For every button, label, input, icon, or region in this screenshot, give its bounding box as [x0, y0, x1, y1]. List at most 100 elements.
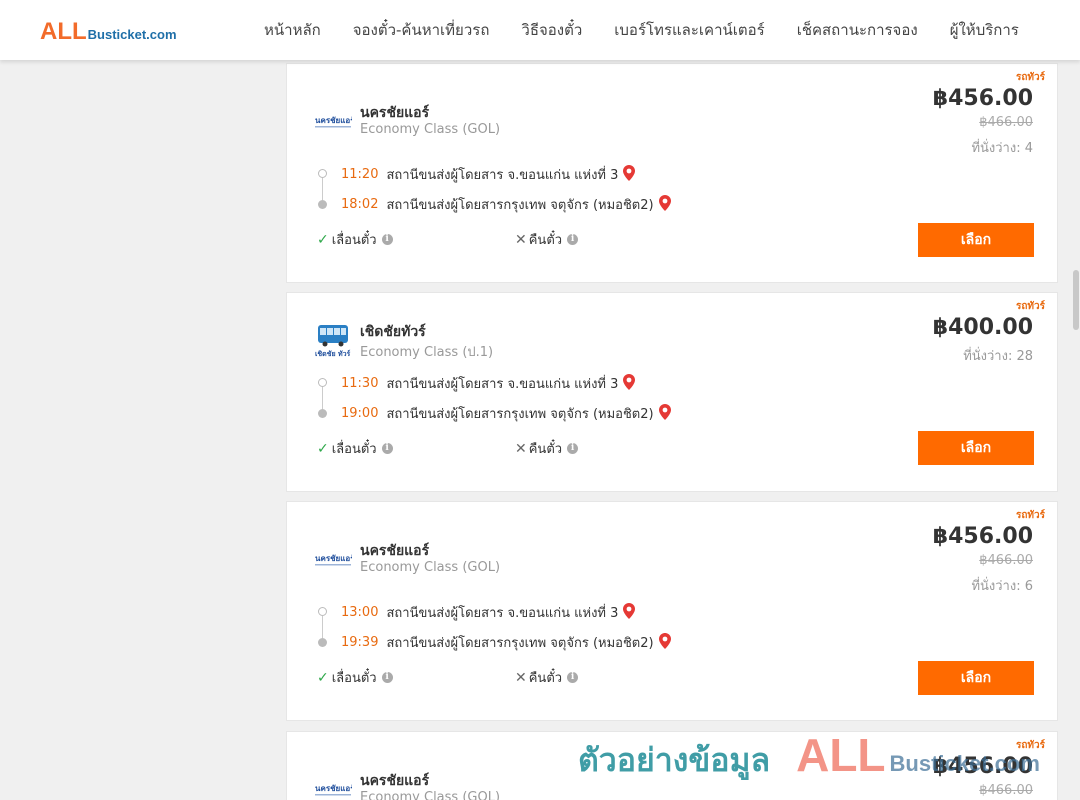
- info-icon[interactable]: i: [567, 234, 579, 245]
- arrival-stop: 19:00 สถานีขนส่งผู้โดยสารกรุงเทพ จตุจักร…: [341, 403, 671, 424]
- operator-name: นครชัยแอร์: [360, 773, 430, 789]
- original-price: ฿466.00: [979, 115, 1033, 130]
- postpone-policy: ✓ เลื่อนตั๋ว i: [317, 438, 393, 459]
- departure-station: สถานีขนส่งผู้โดยสาร จ.ขอนแก่น แห่งที่ 3: [386, 168, 619, 183]
- timeline-line: [322, 178, 323, 200]
- map-pin-icon[interactable]: [658, 632, 671, 653]
- trip-card: รถทัวร์ นครชัยแอร์ นครชัยแอร์ Economy Cl…: [286, 731, 1058, 800]
- scrollbar-thumb[interactable]: [1073, 270, 1079, 330]
- arrival-station: สถานีขนส่งผู้โดยสารกรุงเทพ จตุจักร (หมอช…: [386, 407, 654, 422]
- cross-icon: ✕: [515, 231, 527, 248]
- ticket-price: ฿456.00: [932, 86, 1033, 111]
- operator-logo: เชิดชัย ทัวร์: [313, 322, 353, 362]
- info-icon[interactable]: i: [381, 234, 393, 245]
- main-nav: หน้าหลัก จองตั๋ว-ค้นหาเที่ยวรถ วิธีจองตั…: [248, 0, 1035, 60]
- bus-class: Economy Class (ป.1): [360, 345, 494, 360]
- select-trip-button[interactable]: เลือก: [918, 431, 1034, 465]
- depart-dot: [318, 607, 327, 616]
- arrival-time: 18:02: [341, 197, 379, 212]
- departure-time: 11:30: [341, 376, 379, 391]
- arrival-stop: 18:02 สถานีขนส่งผู้โดยสารกรุงเทพ จตุจักร…: [341, 194, 671, 215]
- arrival-stop: 19:39 สถานีขนส่งผู้โดยสารกรุงเทพ จตุจักร…: [341, 632, 671, 653]
- trip-card: รถทัวร์ นครชัยแอร์ นครชัยแอร์ Economy Cl…: [286, 501, 1058, 721]
- timeline-line: [322, 387, 323, 409]
- bus-type-badge: รถทัวร์: [1015, 510, 1045, 521]
- map-pin-icon[interactable]: [623, 602, 636, 623]
- depart-dot: [318, 378, 327, 387]
- refund-label: คืนตั๋ว: [528, 671, 563, 686]
- site-header: ALL Busticket.com หน้าหลัก จองตั๋ว-ค้นหา…: [0, 0, 1080, 60]
- ticket-price: ฿400.00: [932, 315, 1033, 340]
- departure-stop: 11:30 สถานีขนส่งผู้โดยสาร จ.ขอนแก่น แห่ง…: [341, 373, 636, 394]
- operator-name: เชิดชัยทัวร์: [360, 324, 426, 340]
- refund-policy: ✕ คืนตั๋ว i: [515, 229, 579, 250]
- original-price: ฿466.00: [979, 553, 1033, 568]
- operator-logo: นครชัยแอร์: [313, 770, 353, 800]
- postpone-label: เลื่อนตั๋ว: [331, 442, 377, 457]
- ticket-price: ฿456.00: [932, 524, 1033, 549]
- operator-logo: นครชัยแอร์: [313, 540, 353, 580]
- departure-time: 11:20: [341, 167, 379, 182]
- logo-all-text: ALL: [40, 18, 87, 45]
- postpone-policy: ✓ เลื่อนตั๋ว i: [317, 229, 393, 250]
- postpone-policy: ✓ เลื่อนตั๋ว i: [317, 667, 393, 688]
- bus-class: Economy Class (GOL): [360, 560, 501, 575]
- check-icon: ✓: [317, 440, 329, 457]
- arrival-time: 19:39: [341, 635, 379, 650]
- arrival-time: 19:00: [341, 406, 379, 421]
- bus-type-badge: รถทัวร์: [1015, 301, 1045, 312]
- trip-card: รถทัวร์ เชิดชัย ทัวร์ เชิดชัยทัวร์ Econo…: [286, 292, 1058, 492]
- map-pin-icon[interactable]: [623, 373, 636, 394]
- arrive-dot: [318, 409, 327, 418]
- trip-card: รถทัวร์ นครชัยแอร์ นครชัยแอร์ Economy Cl…: [286, 63, 1058, 283]
- operator-name: นครชัยแอร์: [360, 105, 430, 121]
- info-icon[interactable]: i: [567, 672, 579, 683]
- nav-operators[interactable]: ผู้ให้บริการ: [934, 18, 1035, 42]
- refund-policy: ✕ คืนตั๋ว i: [515, 438, 579, 459]
- operator-name: นครชัยแอร์: [360, 543, 430, 559]
- arrival-station: สถานีขนส่งผู้โดยสารกรุงเทพ จตุจักร (หมอช…: [386, 198, 654, 213]
- operator-logo: นครชัยแอร์: [313, 102, 353, 142]
- map-pin-icon[interactable]: [658, 403, 671, 424]
- timeline-line: [322, 616, 323, 638]
- map-pin-icon[interactable]: [658, 194, 671, 215]
- refund-policy: ✕ คืนตั๋ว i: [515, 667, 579, 688]
- cross-icon: ✕: [515, 440, 527, 457]
- cross-icon: ✕: [515, 669, 527, 686]
- select-trip-button[interactable]: เลือก: [918, 661, 1034, 695]
- bus-class: Economy Class (GOL): [360, 790, 501, 800]
- bus-type-badge: รถทัวร์: [1015, 72, 1045, 83]
- postpone-label: เลื่อนตั๋ว: [331, 671, 377, 686]
- select-trip-button[interactable]: เลือก: [918, 223, 1034, 257]
- departure-station: สถานีขนส่งผู้โดยสาร จ.ขอนแก่น แห่งที่ 3: [386, 377, 619, 392]
- info-icon[interactable]: i: [381, 443, 393, 454]
- seats-available: ที่นั่งว่าง: 6: [971, 579, 1033, 594]
- seats-available: ที่นั่งว่าง: 28: [963, 349, 1033, 364]
- nav-home[interactable]: หน้าหลัก: [248, 18, 337, 42]
- nav-phone-counters[interactable]: เบอร์โทรและเคาน์เตอร์: [598, 18, 780, 42]
- svg-text:นครชัยแอร์: นครชัยแอร์: [315, 115, 352, 125]
- svg-text:นครชัยแอร์: นครชัยแอร์: [315, 783, 352, 793]
- seats-available: ที่นั่งว่าง: 4: [971, 141, 1033, 156]
- nav-book-search[interactable]: จองตั๋ว-ค้นหาเที่ยวรถ: [337, 18, 506, 42]
- departure-stop: 11:20 สถานีขนส่งผู้โดยสาร จ.ขอนแก่น แห่ง…: [341, 164, 636, 185]
- check-icon: ✓: [317, 669, 329, 686]
- bus-class: Economy Class (GOL): [360, 122, 501, 137]
- site-logo[interactable]: ALL Busticket.com: [40, 18, 177, 46]
- postpone-label: เลื่อนตั๋ว: [331, 233, 377, 248]
- nav-how-to-book[interactable]: วิธีจองตั๋ว: [505, 18, 598, 42]
- logo-busticket-text: Busticket.com: [87, 27, 177, 42]
- departure-time: 13:00: [341, 605, 379, 620]
- svg-text:เชิดชัย ทัวร์: เชิดชัย ทัวร์: [315, 349, 351, 358]
- departure-stop: 13:00 สถานีขนส่งผู้โดยสาร จ.ขอนแก่น แห่ง…: [341, 602, 636, 623]
- page-scrollbar[interactable]: [1072, 0, 1080, 800]
- bus-type-badge: รถทัวร์: [1015, 740, 1045, 751]
- info-icon[interactable]: i: [567, 443, 579, 454]
- refund-label: คืนตั๋ว: [528, 442, 563, 457]
- ticket-price: ฿456.00: [932, 754, 1033, 779]
- svg-text:นครชัยแอร์: นครชัยแอร์: [315, 553, 352, 563]
- info-icon[interactable]: i: [381, 672, 393, 683]
- depart-dot: [318, 169, 327, 178]
- map-pin-icon[interactable]: [623, 164, 636, 185]
- nav-check-booking[interactable]: เช็คสถานะการจอง: [781, 18, 934, 42]
